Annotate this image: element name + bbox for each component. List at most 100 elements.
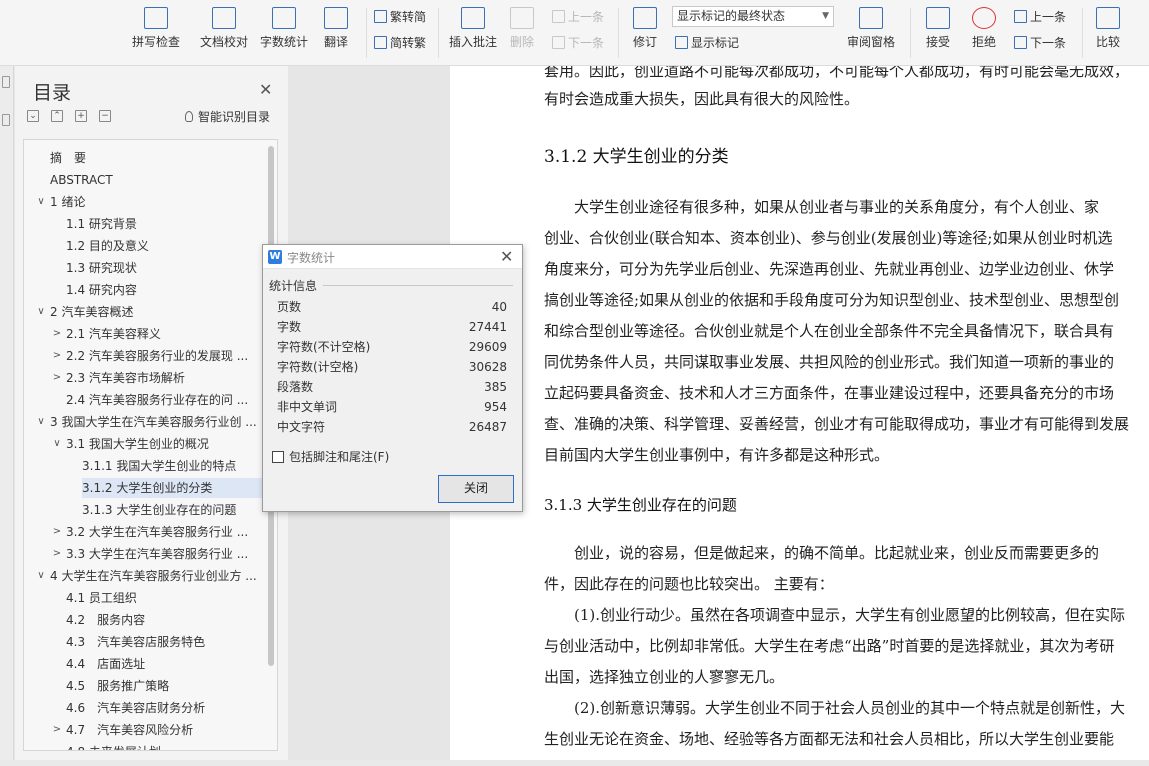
- toc-item[interactable]: >3.2 大学生在汽车美容服务行业 ...: [53, 522, 262, 542]
- chevron-down-icon[interactable]: ∨: [36, 412, 46, 432]
- toc-item[interactable]: 4.6 汽车美容店财务分析: [66, 698, 262, 718]
- stat-row: 字符数(不计空格) 29609: [277, 337, 507, 357]
- chevron-down-icon[interactable]: ∨: [36, 566, 46, 586]
- prev-change-icon: [1014, 10, 1027, 23]
- toc-item[interactable]: ∨ 3.1 我国大学生创业的概况: [53, 434, 262, 454]
- chevron-down-icon[interactable]: ∨: [36, 302, 46, 322]
- doc-check-button[interactable]: 文档校对: [196, 4, 252, 62]
- insert-comment-button[interactable]: 插入批注: [445, 4, 501, 62]
- close-icon[interactable]: ✕: [259, 80, 272, 99]
- next-change-button[interactable]: 下一条: [1014, 34, 1066, 52]
- toc-item[interactable]: 1.3 研究现状: [66, 258, 262, 278]
- accept-button[interactable]: 接受: [918, 4, 958, 62]
- toc-item-label: 3 我国大学生在汽车美容服务行业创 ...: [50, 415, 257, 429]
- checkbox-box[interactable]: [272, 451, 284, 463]
- expand-up-icon[interactable]: ⌃: [51, 110, 63, 122]
- toc-item[interactable]: 1.1 研究背景: [66, 214, 262, 234]
- close-button[interactable]: 关闭: [438, 475, 514, 503]
- toc-item[interactable]: 4.5 服务推广策略: [66, 676, 262, 696]
- left-sidebar-strip: [0, 66, 14, 766]
- toc-item[interactable]: ∨ 2 汽车美容概述: [37, 302, 262, 322]
- toc-item-label: 4.1 员工组织: [66, 591, 137, 605]
- chevron-right-icon[interactable]: >: [52, 544, 62, 564]
- divider: [618, 8, 619, 58]
- chevron-right-icon[interactable]: >: [52, 346, 62, 366]
- spellcheck-button[interactable]: 拼写检查: [128, 4, 184, 62]
- reject-button[interactable]: 拒绝: [964, 4, 1004, 62]
- toc-list: 摘 要 ABSTRACT ∨ 1 绪论 1.1 研究背景 1.2 目的及意义 1.3 研究现…: [23, 139, 278, 751]
- toc-item[interactable]: 1.2 目的及意义: [66, 236, 262, 256]
- chevron-right-icon[interactable]: >: [52, 324, 62, 344]
- lightbulb-icon: [185, 111, 193, 122]
- toc-item[interactable]: 4.4 店面选址: [66, 654, 262, 674]
- remove-icon[interactable]: −: [99, 110, 111, 122]
- collapse-all-icon[interactable]: ⌄: [27, 110, 39, 122]
- bookmark-icon[interactable]: [2, 114, 10, 126]
- paragraph-line: 和综合型创业等途径。合伙创业就是个人在创业全部条件不完全具备情况下，联合具有: [544, 322, 1115, 340]
- toc-item[interactable]: >2.2 汽车美容服务行业的发展现 ...: [53, 346, 262, 366]
- chevron-right-icon[interactable]: >: [52, 720, 62, 740]
- toc-item[interactable]: 3.1.1 我国大学生创业的特点: [82, 456, 262, 476]
- translate-button[interactable]: 翻译: [308, 4, 364, 62]
- trad-to-simp-button[interactable]: 繁转简: [374, 8, 426, 26]
- accept-icon: [926, 7, 950, 29]
- revise-icon: [633, 7, 657, 29]
- close-icon[interactable]: ✕: [500, 247, 513, 266]
- simp-to-trad-button[interactable]: 简转繁: [374, 34, 426, 52]
- toc-item[interactable]: >3.3 大学生在汽车美容服务行业 ...: [53, 544, 262, 564]
- word-count-button[interactable]: 字数统计: [256, 4, 312, 62]
- toc-item[interactable]: 3.1.3 大学生创业存在的问题: [82, 500, 262, 520]
- review-pane-button[interactable]: 审阅窗格: [840, 4, 902, 62]
- toc-item[interactable]: ∨ 3 我国大学生在汽车美容服务行业创 ...: [37, 412, 262, 432]
- toc-item[interactable]: 4.2 服务内容: [66, 610, 262, 630]
- toc-item[interactable]: 4.8 未来发展计划: [66, 742, 262, 750]
- toc-item[interactable]: 3.1.2 大学生创业的分类: [82, 478, 262, 498]
- toc-item-label: 4.2 服务内容: [66, 613, 146, 627]
- ribbon-toolbar: 拼写检查 文档校对 字数统计 翻译 繁转简 简转繁 插入批注 删除 上一条 下一…: [0, 0, 1149, 66]
- compare-button[interactable]: 比较: [1088, 4, 1128, 62]
- paragraph-line: 创业，说的容易，但是做起来，的确不简单。比起就业来，创业反而需要更多的: [544, 544, 1100, 562]
- stat-row: 段落数 385: [277, 377, 507, 397]
- document-page[interactable]: 套用。因此，创业道路不可能每次都成功，不可能每个人都成功，有时可能会毫无成效， 有…: [450, 66, 1149, 760]
- divider: [438, 8, 439, 58]
- nav-icon[interactable]: [2, 76, 10, 88]
- toc-item[interactable]: ABSTRACT: [50, 170, 262, 190]
- stat-label: 段落数: [277, 380, 314, 394]
- next-comment-button[interactable]: 下一条: [552, 34, 604, 52]
- toc-item-label: 1.3 研究现状: [66, 261, 137, 275]
- section-heading: 3.1.3 大学生创业存在的问题: [544, 496, 737, 514]
- add-icon[interactable]: +: [75, 110, 87, 122]
- chevron-right-icon[interactable]: >: [52, 522, 62, 542]
- toc-item[interactable]: >2.3 汽车美容市场解析: [53, 368, 262, 388]
- stat-value: 29609: [468, 340, 507, 354]
- chevron-down-icon[interactable]: ∨: [52, 434, 62, 454]
- delete-comment-button[interactable]: 删除: [498, 4, 546, 62]
- toc-item[interactable]: >4.7 汽车美容风险分析: [53, 720, 262, 740]
- toc-item[interactable]: 4.3 汽车美容店服务特色: [66, 632, 262, 652]
- toc-item-label: 3.1 我国大学生创业的概况: [66, 437, 209, 451]
- toc-item[interactable]: 2.4 汽车美容服务行业存在的问 ...: [66, 390, 262, 410]
- paragraph-line: 生创业无论在资金、场地、经验等各方面都无法和社会人员相比，所以大学生创业要能: [544, 730, 1115, 748]
- paragraph-line: 目前国内大学生创业事例中，有许多都是这种形式。: [544, 446, 890, 464]
- toc-item[interactable]: >2.1 汽车美容释义: [53, 324, 262, 344]
- toc-item[interactable]: 摘 要: [50, 148, 262, 168]
- toc-item[interactable]: 4.1 员工组织: [66, 588, 262, 608]
- chevron-down-icon[interactable]: ∨: [36, 192, 46, 212]
- toc-item[interactable]: 1.4 研究内容: [66, 280, 262, 300]
- toc-item[interactable]: ∨ 4 大学生在汽车美容服务行业创业方 ...: [37, 566, 262, 586]
- paragraph-line: 搞创业等途径;如果从创业的依据和手段角度可分为知识型创业、技术型创业、思想型创: [544, 291, 1120, 309]
- divider: [910, 8, 911, 58]
- toc-item-label: 2.1 汽车美容释义: [66, 327, 161, 341]
- include-footnotes-checkbox[interactable]: 包括脚注和尾注(F): [272, 450, 389, 464]
- show-markup-button[interactable]: 显示标记: [675, 34, 739, 52]
- prev-comment-button[interactable]: 上一条: [552, 8, 604, 26]
- revise-button[interactable]: 修订: [622, 4, 668, 62]
- toc-item[interactable]: ∨ 1 绪论: [37, 192, 262, 212]
- markup-state-select[interactable]: 显示标记的最终状态 ▼: [672, 6, 834, 27]
- paragraph-line: 大学生创业途径有很多种，如果从创业者与事业的关系角度分，有个人创业、家: [544, 198, 1100, 216]
- smart-toc-button[interactable]: 智能识别目录: [185, 108, 270, 125]
- comment-icon: [461, 7, 485, 29]
- toc-item-label: 摘 要: [50, 151, 87, 165]
- prev-change-button[interactable]: 上一条: [1014, 8, 1066, 26]
- chevron-right-icon[interactable]: >: [52, 368, 62, 388]
